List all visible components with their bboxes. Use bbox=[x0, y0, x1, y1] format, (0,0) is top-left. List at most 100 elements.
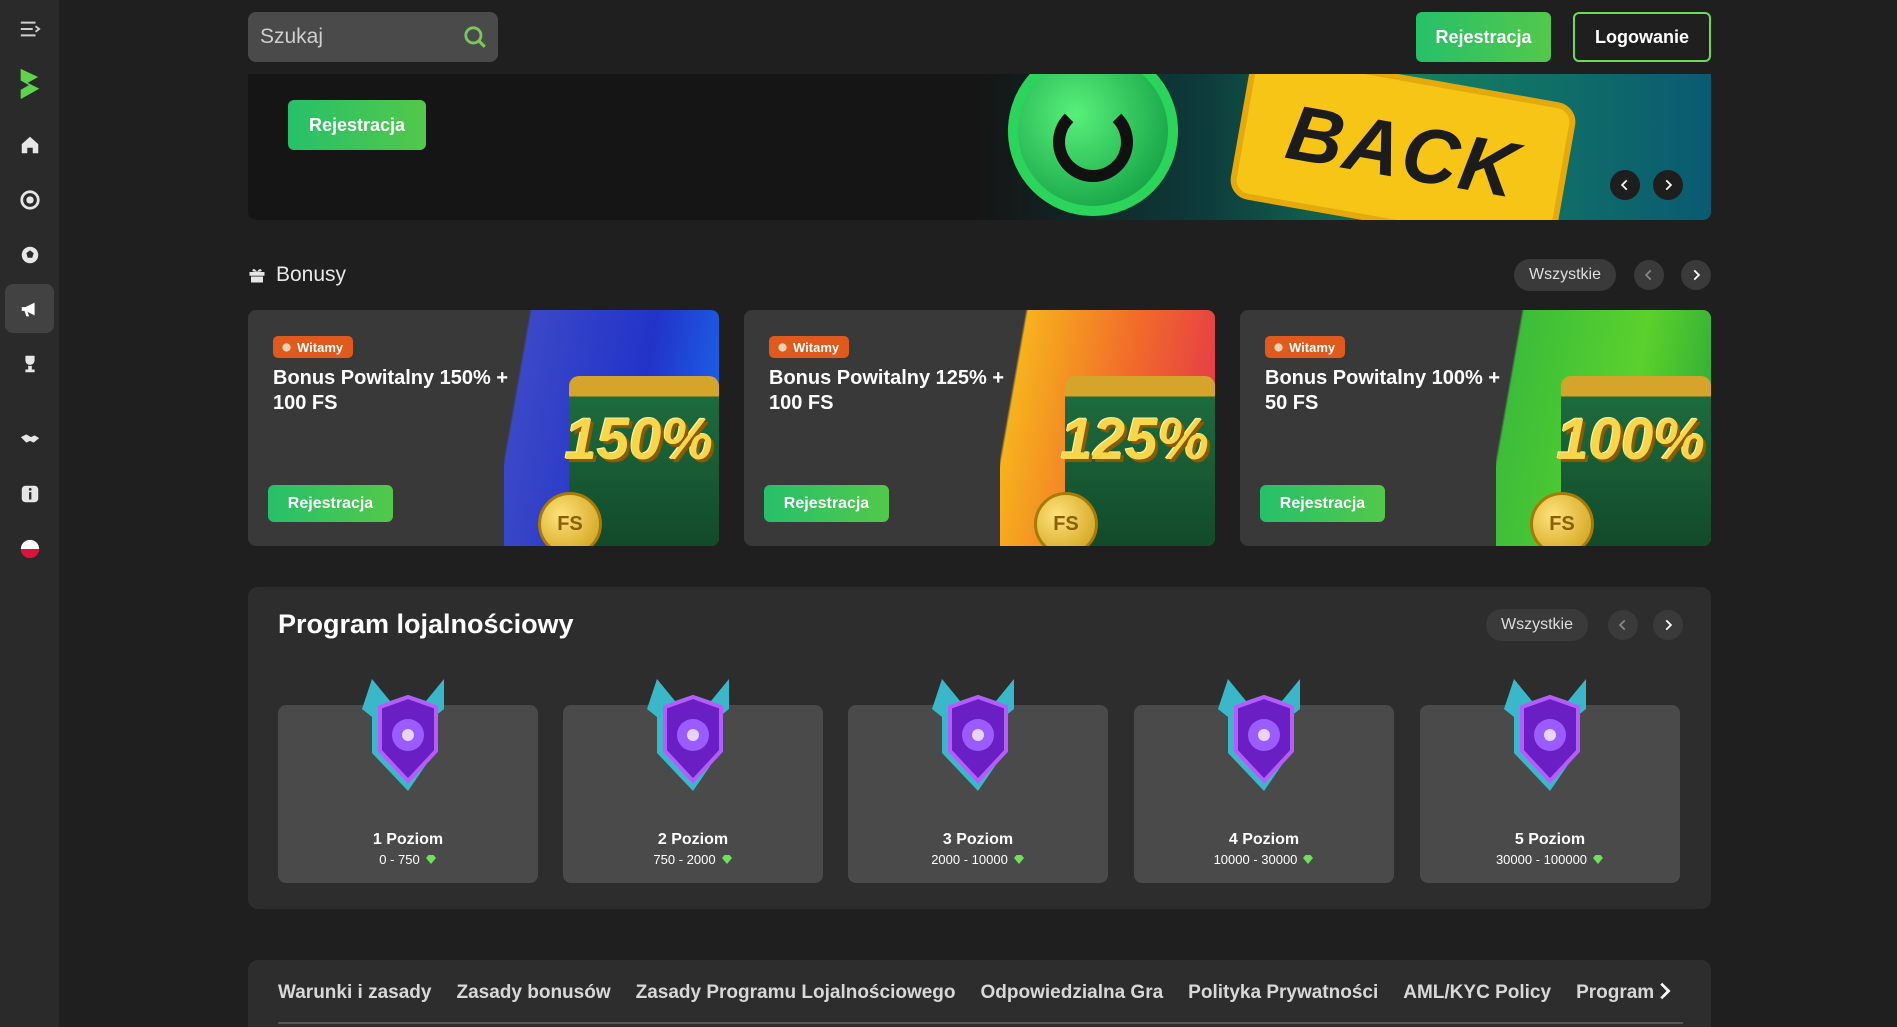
menu-toggle-icon[interactable] bbox=[5, 4, 54, 53]
level-shield-icon bbox=[932, 679, 1014, 791]
bonus-card[interactable]: FS 150% Witamy Bonus Powitalny 150% + 10… bbox=[248, 310, 719, 546]
banner-register-button[interactable]: Rejestracja bbox=[288, 100, 426, 150]
support-handshake-icon[interactable] bbox=[5, 414, 54, 463]
level-shield-icon bbox=[1218, 679, 1300, 791]
footer-link-program[interactable]: Program bbox=[1576, 982, 1653, 1012]
level-range: 10000 - 30000 bbox=[1134, 852, 1394, 867]
level-shield-icon bbox=[362, 679, 444, 791]
loyalty-all-button[interactable]: Wszystkie bbox=[1486, 609, 1588, 641]
level-range-text: 750 - 2000 bbox=[653, 852, 716, 867]
gem-icon bbox=[1013, 855, 1024, 864]
level-name: 4 Poziom bbox=[1228, 831, 1300, 848]
banner-prev-button[interactable] bbox=[1610, 170, 1640, 200]
coin-logo bbox=[1053, 102, 1133, 182]
level-range: 750 - 2000 bbox=[563, 852, 823, 867]
level-range-text: 10000 - 30000 bbox=[1213, 852, 1298, 867]
footer-link-privacy[interactable]: Polityka Prywatności bbox=[1188, 982, 1378, 1012]
search-box bbox=[248, 12, 498, 62]
footer-link-terms[interactable]: Warunki i zasady bbox=[278, 982, 431, 1012]
level-range-text: 30000 - 100000 bbox=[1495, 852, 1588, 867]
level-range: 2000 - 10000 bbox=[848, 852, 1108, 867]
footer-link-loyalty-rules[interactable]: Zasady Programu Lojalnościowego bbox=[636, 982, 956, 1012]
cashback-sign: BACK bbox=[1227, 74, 1579, 220]
loyalty-next-button[interactable] bbox=[1653, 610, 1683, 640]
fs-coin-text: FS bbox=[1549, 512, 1575, 535]
bonus-percent-text: 125% bbox=[1060, 407, 1209, 472]
bonus-percent-text: 150% bbox=[564, 407, 713, 472]
hand-wave-icon bbox=[778, 342, 787, 352]
bonus-register-button[interactable]: Rejestracja bbox=[764, 485, 889, 522]
banner-next-button[interactable] bbox=[1653, 170, 1683, 200]
trophy-icon[interactable] bbox=[5, 339, 54, 388]
level-range-text: 0 - 750 bbox=[379, 852, 420, 867]
bonuses-next-button[interactable] bbox=[1681, 260, 1711, 290]
level-shield-icon bbox=[1504, 679, 1586, 791]
register-button[interactable]: Rejestracja bbox=[1416, 12, 1551, 62]
loyalty-level-card[interactable]: 2 Poziom 750 - 2000 bbox=[563, 679, 823, 883]
cashback-sign-text: BACK bbox=[1280, 86, 1526, 215]
promotions-megaphone-icon[interactable] bbox=[5, 284, 54, 333]
bonus-percent-text: 100% bbox=[1556, 407, 1705, 472]
login-button[interactable]: Logowanie bbox=[1573, 12, 1711, 62]
search-input[interactable] bbox=[260, 25, 450, 49]
welcome-badge-text: Witamy bbox=[297, 339, 344, 355]
chevron-right-icon bbox=[1660, 982, 1671, 1000]
loyalty-section: Program lojalnościowy Wszystkie 1 Poziom… bbox=[248, 587, 1711, 909]
chevron-left-icon bbox=[1620, 179, 1628, 191]
level-range: 30000 - 100000 bbox=[1420, 852, 1680, 867]
level-range: 0 - 750 bbox=[278, 852, 538, 867]
level-name: 5 Poziom bbox=[1514, 831, 1586, 848]
footer-link-aml-kyc[interactable]: AML/KYC Policy bbox=[1403, 982, 1551, 1012]
level-range-text: 2000 - 10000 bbox=[931, 852, 1008, 867]
bonus-register-button[interactable]: Rejestracja bbox=[268, 485, 393, 522]
footer-link-responsible-gaming[interactable]: Odpowiedzialna Gra bbox=[981, 982, 1164, 1012]
loyalty-level-card[interactable]: 1 Poziom 0 - 750 bbox=[278, 679, 538, 883]
footer-scroll-right-button[interactable] bbox=[1653, 980, 1675, 1007]
welcome-badge: Witamy bbox=[769, 336, 850, 358]
bonus-title: Bonus Powitalny 100% + 50 FS bbox=[1265, 367, 1501, 414]
chevron-right-icon bbox=[1665, 619, 1673, 631]
footer-links: Warunki i zasady Zasady bonusów Zasady P… bbox=[248, 960, 1711, 1027]
level-name: 1 Poziom bbox=[372, 831, 444, 848]
chevron-right-icon bbox=[1665, 179, 1673, 191]
brand-logo-icon[interactable] bbox=[5, 58, 54, 110]
chevron-left-icon bbox=[1644, 269, 1652, 281]
bonus-card[interactable]: FS 100% Witamy Bonus Powitalny 100% + 50… bbox=[1240, 310, 1711, 546]
search-icon[interactable] bbox=[462, 24, 488, 55]
bonuses-prev-button[interactable] bbox=[1634, 260, 1664, 290]
gem-icon bbox=[721, 855, 732, 864]
bonus-card[interactable]: FS 125% Witamy Bonus Powitalny 125% + 10… bbox=[744, 310, 1215, 546]
footer-link-bonus-rules[interactable]: Zasady bonusów bbox=[456, 982, 610, 1012]
chevron-left-icon bbox=[1618, 619, 1626, 631]
loyalty-level-card[interactable]: 3 Poziom 2000 - 10000 bbox=[848, 679, 1108, 883]
footer-divider bbox=[278, 1022, 1683, 1024]
fs-coin-text: FS bbox=[1053, 512, 1079, 535]
level-name: 2 Poziom bbox=[657, 831, 729, 848]
info-icon[interactable] bbox=[5, 469, 54, 518]
loyalty-level-card[interactable]: 5 Poziom 30000 - 100000 bbox=[1420, 679, 1680, 883]
welcome-badge: Witamy bbox=[273, 336, 354, 358]
bonuses-title: Bonusy bbox=[276, 263, 347, 286]
loyalty-title: Program lojalnościowy bbox=[278, 609, 574, 639]
level-name: 3 Poziom bbox=[942, 831, 1014, 848]
hand-wave-icon bbox=[282, 342, 291, 352]
fs-coin-text: FS bbox=[557, 512, 583, 535]
promo-banner[interactable]: Rejestracja BACK bbox=[248, 74, 1711, 220]
bonuses-all-button[interactable]: Wszystkie bbox=[1514, 259, 1616, 291]
sidebar bbox=[0, 0, 59, 1027]
level-shield-icon bbox=[647, 679, 729, 791]
gift-icon bbox=[249, 269, 265, 283]
language-flag-icon[interactable] bbox=[5, 524, 54, 573]
loyalty-level-card[interactable]: 4 Poziom 10000 - 30000 bbox=[1134, 679, 1394, 883]
chevron-right-icon bbox=[1693, 269, 1701, 281]
sports-ball-icon[interactable] bbox=[5, 230, 54, 279]
gem-icon bbox=[1593, 855, 1604, 864]
casino-chip-icon[interactable] bbox=[5, 175, 54, 224]
loyalty-prev-button[interactable] bbox=[1608, 610, 1638, 640]
home-icon[interactable] bbox=[5, 120, 54, 169]
welcome-badge-text: Witamy bbox=[1289, 339, 1336, 355]
welcome-badge-text: Witamy bbox=[793, 339, 840, 355]
bonuses-header: Bonusy Wszystkie bbox=[248, 258, 1711, 292]
bonus-register-button[interactable]: Rejestracja bbox=[1260, 485, 1385, 522]
hand-wave-icon bbox=[1274, 342, 1283, 352]
